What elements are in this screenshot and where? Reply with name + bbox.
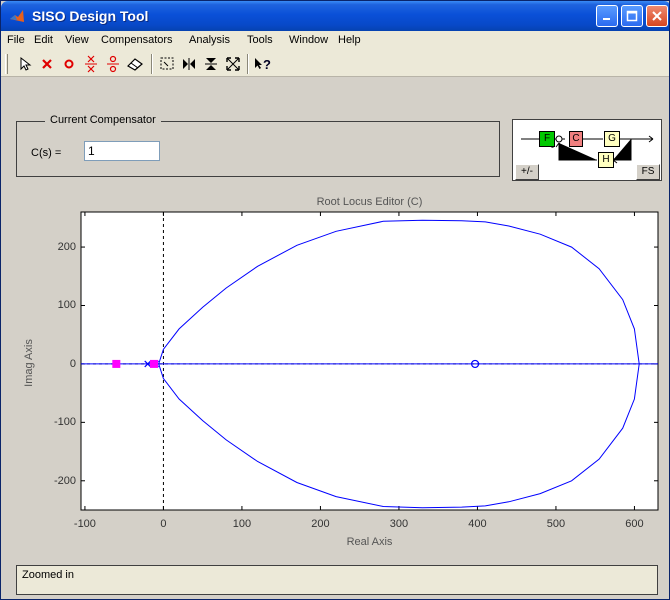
y-tick-label: 100 (57, 299, 76, 312)
plot-axes-box (80, 211, 659, 511)
y-tick-label: 200 (57, 241, 76, 254)
siso-design-tool-window: SISO Design Tool File Edit View Compensa… (0, 0, 670, 600)
root-locus-plot[interactable] (1, 1, 670, 600)
x-tick-label: 300 (389, 518, 409, 530)
x-tick-label: 200 (311, 518, 330, 530)
y-tick-label: -200 (53, 474, 76, 487)
x-tick-label: 0 (160, 518, 167, 530)
x-tick-label: 100 (232, 518, 252, 530)
x-tick-label: 600 (625, 518, 644, 530)
y-tick-label: -100 (53, 416, 76, 429)
status-bar: Zoomed in (16, 565, 658, 595)
x-tick-label: -100 (73, 518, 96, 530)
x-tick-label: 500 (546, 518, 566, 530)
y-tick-label: 0 (69, 357, 76, 370)
x-tick-label: 400 (468, 518, 487, 530)
x-axis-label: Real Axis (346, 536, 393, 548)
closed-loop-pole-marker (150, 359, 159, 368)
closed-loop-pole-marker (112, 359, 121, 368)
